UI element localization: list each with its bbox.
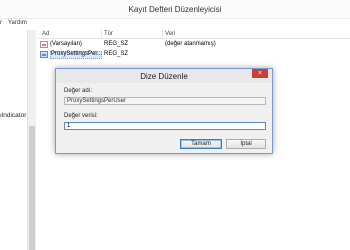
value-data-field[interactable]: 1 bbox=[64, 122, 266, 130]
value-name: ProxySettingsPer... bbox=[51, 51, 103, 57]
close-button[interactable]: × bbox=[252, 69, 268, 78]
list-item[interactable]: ab ProxySettingsPer... REG_SZ bbox=[37, 51, 350, 59]
value-type: REG_SZ bbox=[104, 51, 129, 57]
string-value-icon: ab bbox=[40, 51, 48, 58]
column-divider[interactable] bbox=[162, 30, 163, 39]
column-header-type[interactable]: Tür bbox=[104, 31, 113, 37]
menu-bar: r Yardım bbox=[0, 19, 350, 28]
column-header-data[interactable]: Veri bbox=[165, 31, 175, 37]
column-header-name[interactable]: Ad bbox=[42, 31, 49, 37]
value-name-label: Değer adı: bbox=[64, 88, 93, 94]
value-data: (değer atanmamış) bbox=[165, 41, 216, 47]
value-name: (Varsayılan) bbox=[50, 41, 82, 47]
value-type: REG_SZ bbox=[104, 41, 129, 47]
menu-item-view[interactable]: r bbox=[0, 20, 2, 26]
string-value-icon: ab bbox=[40, 41, 48, 48]
dialog-titlebar[interactable]: Dize Düzenle × bbox=[56, 69, 272, 83]
cancel-button[interactable]: İptal bbox=[226, 139, 266, 149]
edit-string-dialog: Dize Düzenle × Değer adı: ProxySettingsP… bbox=[55, 68, 273, 154]
value-data-label: Değer verisi: bbox=[64, 113, 98, 119]
column-divider[interactable] bbox=[101, 30, 102, 39]
window-titlebar: Kayıt Defteri Düzenleyicisi bbox=[0, 0, 350, 19]
dialog-title: Dize Düzenle bbox=[140, 72, 188, 81]
window-title: Kayıt Defteri Düzenleyicisi bbox=[128, 5, 222, 14]
menu-item-help[interactable]: Yardım bbox=[8, 20, 27, 26]
tree-scrollbar[interactable] bbox=[27, 30, 36, 250]
list-item[interactable]: ab (Varsayılan) REG_SZ (değer atanmamış) bbox=[37, 41, 350, 49]
tree-item-indicator[interactable]: ılndicator bbox=[0, 112, 26, 119]
values-list-header: Ad Tür Veri bbox=[37, 30, 350, 39]
close-icon: × bbox=[257, 70, 263, 77]
ok-button[interactable]: Tamam bbox=[180, 139, 222, 149]
tree-scrollbar-thumb[interactable] bbox=[29, 126, 35, 250]
value-name-field[interactable]: ProxySettingsPerUser bbox=[64, 97, 266, 105]
